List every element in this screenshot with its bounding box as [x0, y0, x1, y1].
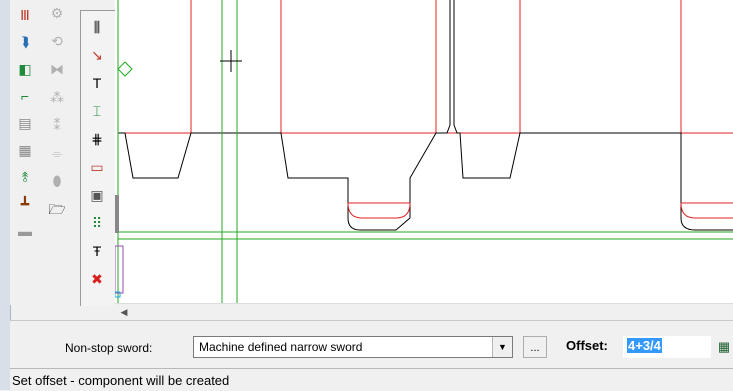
gear-tool-icon[interactable]: ⚙	[47, 3, 67, 23]
panel-tool-icon[interactable]: ▤	[15, 113, 35, 133]
drawing-canvas[interactable]	[115, 0, 733, 303]
blob-shape-tool-icon[interactable]: ⬮	[47, 171, 67, 191]
crosshair-cursor	[220, 50, 242, 72]
sword-selected-value: Machine defined narrow sword	[199, 340, 363, 354]
red-rule-lines	[118, 0, 733, 134]
diamond-marker	[117, 61, 133, 77]
sword-browse-button[interactable]: ...	[523, 336, 547, 358]
offset-input[interactable]: 4+3/4	[623, 336, 711, 358]
bridge-cut-tool-icon[interactable]: ⋕	[87, 129, 107, 149]
non-stop-sword-select[interactable]: Machine defined narrow sword ▼	[193, 336, 513, 358]
nick-tool-icon[interactable]: ⫼	[87, 17, 107, 37]
eraser-tool-icon[interactable]: ▭	[87, 157, 107, 177]
copy-pattern-tool-icon[interactable]: ⁑	[47, 115, 67, 135]
split-arrow-tool-icon[interactable]: ⮯	[15, 32, 35, 52]
dropdown-arrow-icon[interactable]: ▼	[492, 337, 512, 357]
black-profile-path	[118, 0, 733, 231]
open-folder-tool-icon[interactable]: 🗁	[47, 199, 67, 219]
dotted-grid-tool-icon[interactable]: ⠿	[87, 213, 107, 233]
status-message: Set offset - component will be created	[12, 373, 230, 388]
purple-component-marker	[115, 245, 124, 294]
window-tool-icon[interactable]: ▣	[87, 185, 107, 205]
non-stop-sword-label: Non-stop sword:	[65, 341, 153, 355]
grid-panel-tool-icon[interactable]: ▦	[15, 140, 35, 160]
rule-lines-tool-icon[interactable]: Ⅲ	[15, 5, 35, 25]
tool-palette-column-3: ⫼ ↘ T ⌶ ⋕ ▭ ▣ ⠿ Ŧ ✖	[80, 10, 117, 306]
options-bar: Non-stop sword: Machine defined narrow s…	[10, 320, 733, 369]
mirror-tool-icon[interactable]: ⧓	[47, 59, 67, 79]
horizontal-scrollbar[interactable]: ◀	[115, 303, 733, 321]
status-bar: Set offset - component will be created	[10, 368, 733, 391]
sword-insert-tool-icon[interactable]: ↘	[87, 45, 107, 65]
component-insert-tool-icon[interactable]: ◧	[15, 59, 35, 79]
t-bar-tool-icon[interactable]: T	[87, 73, 107, 93]
hook-tool-icon[interactable]: ⌯	[47, 143, 67, 163]
bridge-tool-icon[interactable]: ┻	[15, 194, 35, 214]
offset-value-selected: 4+3/4	[627, 338, 662, 353]
text-underline-tool-icon[interactable]: Ŧ	[87, 241, 107, 261]
pattern-tool-icon[interactable]: ⁂	[47, 87, 67, 107]
offset-label: Offset:	[566, 338, 608, 353]
bracket-tool-icon[interactable]: ⌶	[87, 101, 107, 121]
scroll-left-icon[interactable]: ◀	[118, 306, 130, 318]
tree-branch-tool-icon[interactable]: ⥉	[15, 167, 35, 187]
delete-tool-icon[interactable]: ✖	[87, 269, 107, 289]
gray-edge-marker	[115, 195, 119, 233]
flap-tool-icon[interactable]: ⌐	[15, 86, 35, 106]
red-bottom-arcs	[347, 202, 733, 219]
rotate-tool-icon[interactable]: ⟲	[47, 31, 67, 51]
layers-tool-icon[interactable]: ▬	[15, 221, 35, 241]
canvas-drawing[interactable]	[115, 0, 733, 303]
calculator-icon[interactable]: ▦	[714, 336, 733, 358]
